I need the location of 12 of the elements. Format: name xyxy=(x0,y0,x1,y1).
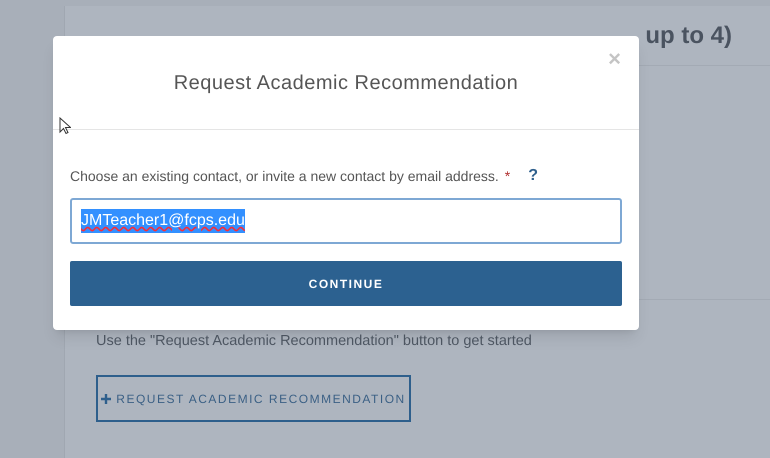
cursor-icon xyxy=(59,117,71,135)
request-recommendation-button[interactable]: REQUEST ACADEMIC RECOMMENDATION xyxy=(96,375,411,422)
dialog-title: Request Academic Recommendation xyxy=(174,70,518,96)
hint-text: Use the "Request Academic Recommendation" button to get started xyxy=(96,332,533,350)
help-link[interactable]: ? xyxy=(528,164,538,188)
section-heading: up to 4) xyxy=(645,20,732,50)
continue-button[interactable]: CONTINUE xyxy=(70,261,622,306)
field-label: Choose an existing contact, or invite a new contact by email address. xyxy=(70,166,499,186)
required-mark: * xyxy=(504,166,510,186)
close-button[interactable]: × xyxy=(608,48,621,70)
email-field[interactable]: JMTeacher1@fcps.edu xyxy=(70,198,622,244)
plus-icon xyxy=(101,394,112,404)
